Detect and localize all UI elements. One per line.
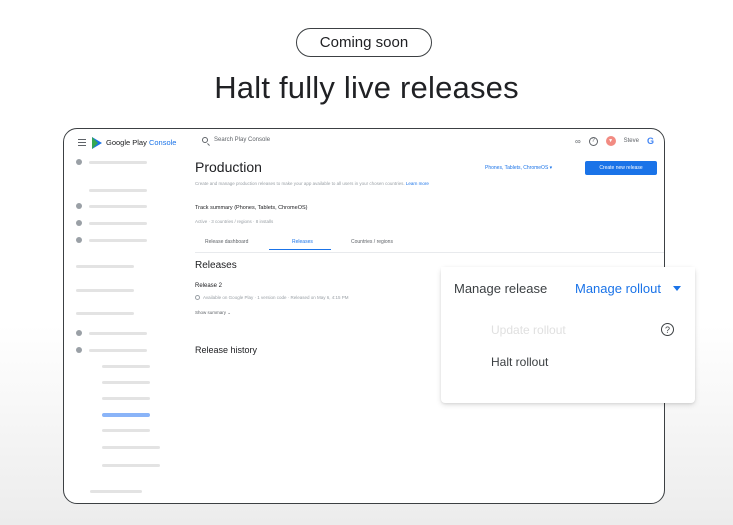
search-placeholder: Search Play Console [214,137,271,143]
sidebar-dot-icon [76,237,82,243]
sidebar-dot-icon [76,347,82,353]
sidebar-item-label [102,365,150,368]
sidebar-item-label [102,464,160,467]
sidebar-item-label [89,348,147,352]
sidebar-item-label [89,331,147,335]
top-app-bar: Google Play Console Search Play Console … [64,129,664,157]
manage-rollout-button[interactable]: Manage rollout [575,281,661,296]
sidebar-dot-icon [76,203,82,209]
sidebar-item-label [76,289,134,292]
check-circle-icon [195,295,200,300]
sidebar-item[interactable] [102,429,150,432]
sidebar-dot-icon [76,220,82,226]
manage-rollout-popup: Manage release Manage rollout Update rol… [441,267,695,403]
device-filter-select[interactable]: Phones, Tablets, ChromeOS ▾ [485,165,552,171]
sidebar-item[interactable] [76,159,147,165]
sidebar-item[interactable] [76,330,147,336]
sidebar-item[interactable] [102,397,150,400]
sidebar-item-label [102,446,160,449]
user-name: Steve [623,138,639,144]
release-status: Available on Google Play · 1 version cod… [195,295,349,300]
manage-release-button[interactable]: Manage release [454,281,547,296]
track-meta: Active · 3 countries / regions · 8 insta… [195,219,274,224]
page-headline: Halt fully live releases [214,70,519,105]
sidebar-item-label [76,265,134,268]
sidebar-item[interactable] [76,289,134,292]
dropdown-arrow-icon[interactable] [673,286,681,291]
show-summary-link[interactable]: Show summary ⌄ [195,310,231,316]
sidebar-dot-icon [76,330,82,336]
brand-prefix: Google Play [106,138,147,147]
sidebar-item[interactable] [102,365,150,368]
sidebar-item-label [89,238,147,242]
sidebar-item-label [102,413,150,417]
manage-bar: Manage release Manage rollout [441,267,695,311]
description-text: Create and manage production releases to… [195,181,405,186]
sidebar-item[interactable] [76,265,134,268]
coming-soon-badge: Coming soon [296,28,432,57]
track-summary: Track summary (Phones, Tablets, ChromeOS… [195,205,308,211]
releases-heading: Releases [195,260,237,271]
sidebar-item[interactable] [90,490,142,493]
rollout-menu: Update rollout ? Halt rollout [477,311,687,385]
help-icon[interactable]: ? [588,136,598,146]
active-tab-indicator [269,249,331,251]
help-icon[interactable]: ? [661,323,674,336]
learn-more-link[interactable]: Learn more [406,181,429,186]
sidebar-item[interactable] [76,203,147,209]
create-release-button[interactable]: Create new release [585,161,657,175]
link-icon[interactable]: ∞ [575,137,581,146]
brand-suffix: Console [148,138,177,147]
sidebar-item-label [89,189,147,192]
sidebar-item[interactable] [76,312,134,315]
tab-countries-regions[interactable]: Countries / regions [351,239,393,245]
sidebar-item[interactable] [102,446,160,449]
sidebar-item[interactable] [102,464,160,467]
release-meta: Available on Google Play · 1 version cod… [203,295,349,300]
sidebar-dot-icon [76,159,82,165]
menu-icon[interactable] [78,139,86,146]
sidebar-item-label [89,204,147,208]
play-console-logo [92,137,102,149]
top-bar-actions: ∞ ? ▼ Steve G [575,136,654,146]
sidebar-item[interactable] [76,220,147,226]
sidebar-item-label [102,381,150,384]
sidebar-item-active[interactable] [102,413,150,417]
google-icon: G [646,136,654,146]
release-name: Release 2 [195,283,223,289]
sidebar-item-label [89,160,147,164]
update-rollout-menu-item: Update rollout [491,323,566,337]
sidebar-item-label [102,429,150,432]
sidebar-item-label [89,221,147,225]
sidebar-item-label [90,490,142,493]
sidebar-item-label [102,397,150,400]
halt-rollout-menu-item[interactable]: Halt rollout [491,355,548,369]
sidebar-item-label [76,312,134,315]
sidebar-item[interactable] [76,347,147,353]
divider [195,252,664,253]
tab-bar: Release dashboard Releases Countries / r… [195,237,455,251]
app-brand[interactable]: Google Play Console [106,138,176,147]
release-history-heading: Release history [195,345,258,355]
search-bar[interactable]: Search Play Console [202,137,270,143]
tab-releases[interactable]: Releases [292,239,313,245]
sidebar-item[interactable] [102,381,150,384]
tab-release-dashboard[interactable]: Release dashboard [205,239,248,245]
avatar[interactable]: ▼ [605,136,616,146]
sidebar-item[interactable] [89,189,147,192]
sidebar-item[interactable] [76,237,147,243]
page-title: Production [195,159,262,175]
search-icon [202,137,208,143]
page-description: Create and manage production releases to… [195,181,429,186]
